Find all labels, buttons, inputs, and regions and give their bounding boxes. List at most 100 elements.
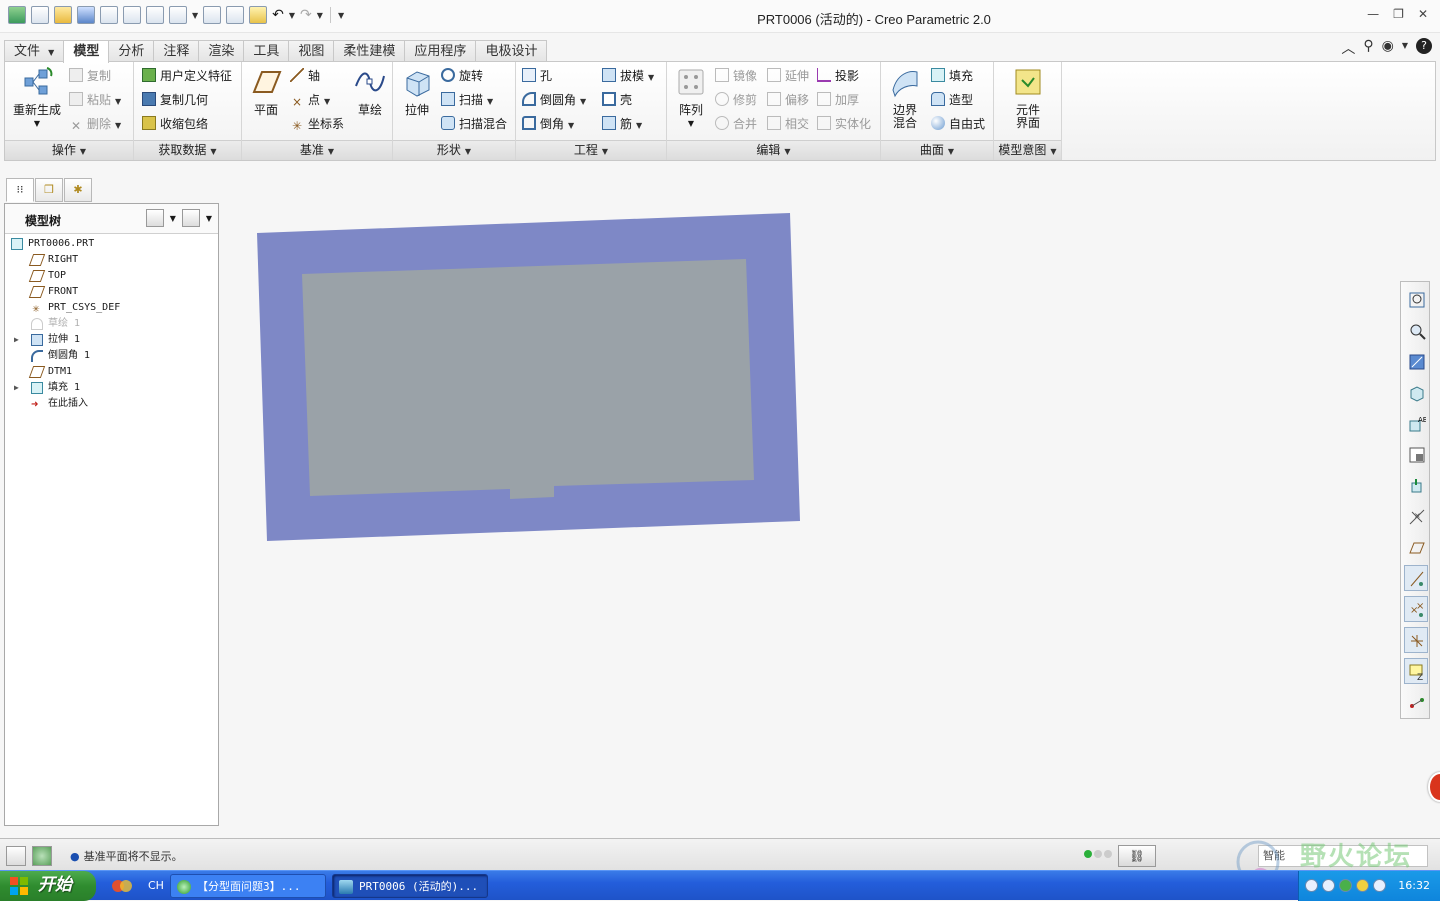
help-icon[interactable]: ? (1416, 38, 1432, 54)
tree-item[interactable]: RIGHT (5, 252, 218, 268)
round-button[interactable]: 倒圆角 ▼ (522, 90, 586, 110)
point-display-icon[interactable]: × × (1404, 596, 1428, 622)
tab-render[interactable]: 渲染 (198, 40, 245, 62)
restore-icon[interactable]: ❐ (1393, 7, 1404, 21)
expand-icon[interactable]: ▶ (14, 332, 19, 348)
csys-button[interactable]: ✳ 坐标系 (290, 114, 344, 134)
merge-button[interactable]: 合并 (715, 114, 757, 134)
tree-item[interactable]: ➜ 在此插入 (5, 396, 218, 412)
network-icon[interactable] (1322, 879, 1335, 892)
shrinkwrap-button[interactable]: 收缩包络 (142, 114, 208, 134)
extrude-button[interactable]: 拉伸 (397, 66, 437, 117)
hole-button[interactable]: 孔 (522, 66, 552, 86)
tree-item[interactable]: PRT0006.PRT (5, 236, 218, 252)
group-label-surfaces[interactable]: 曲面 ▼ (881, 140, 993, 160)
datum-display-filter-icon[interactable] (1404, 689, 1428, 715)
find-icon[interactable]: ⛓ (1118, 845, 1156, 867)
tree-item[interactable]: DTM1 (5, 364, 218, 380)
swept-blend-button[interactable]: 扫描混合 (441, 114, 507, 134)
point-button[interactable]: × 点 ▼ (290, 90, 330, 110)
tree-item[interactable]: 草绘 1 (5, 316, 218, 332)
axis-display-icon[interactable] (1404, 565, 1428, 591)
pattern-button[interactable]: 阵列 ▼ (671, 66, 711, 130)
model-tree-tab-icon[interactable]: ⁝⁝ (6, 178, 34, 202)
show-icon[interactable] (181, 209, 200, 227)
tree-item[interactable]: ✳ PRT_CSYS_DEF (5, 300, 218, 316)
annotation-display-icon[interactable]: × (1404, 503, 1428, 529)
thicken-button[interactable]: 加厚 (817, 90, 859, 110)
plane-button[interactable]: 平面 (246, 66, 286, 117)
notification-icon[interactable] (1428, 772, 1440, 802)
mirror-button[interactable]: 镜像 (715, 66, 757, 86)
community-icon[interactable]: ◉ (1382, 38, 1394, 58)
view-manager-icon[interactable] (1404, 441, 1428, 467)
favorites-tab-icon[interactable]: ✱ (64, 178, 92, 202)
sketch-button[interactable]: 草绘 (350, 66, 390, 117)
chevron-down-icon[interactable]: ▼ (206, 214, 212, 223)
settings-icon[interactable] (145, 209, 164, 227)
folder-browser-tab-icon[interactable]: ❒ (35, 178, 63, 202)
group-label-operations[interactable]: 操作 ▼ (5, 140, 133, 160)
navigator-toggle-icon[interactable] (6, 846, 26, 866)
csys-display-icon[interactable] (1404, 627, 1428, 653)
model-inner-surface[interactable] (302, 259, 754, 499)
tree-item[interactable]: FRONT (5, 284, 218, 300)
tray-app-icon[interactable] (1305, 879, 1318, 892)
plane-display-icon[interactable] (1404, 534, 1428, 560)
model-graphic[interactable] (222, 165, 1398, 833)
group-label-get-data[interactable]: 获取数据 ▼ (134, 140, 241, 160)
regenerate-button[interactable]: 重新生成 ▼ (9, 66, 65, 130)
spin-center-icon[interactable]: Z (1404, 658, 1428, 684)
start-button[interactable]: 开始 (0, 871, 96, 901)
tab-electrode-design[interactable]: 电极设计 (475, 40, 548, 62)
tray-app-icon[interactable] (1373, 879, 1386, 892)
shell-button[interactable]: 壳 (602, 90, 632, 110)
chevron-down-icon[interactable]: ▼ (1402, 38, 1408, 58)
offset-button[interactable]: 偏移 (767, 90, 809, 110)
tab-file[interactable]: 文件 ▼ (4, 40, 65, 62)
tree-item[interactable]: ▶ 填充 1 (5, 380, 218, 396)
component-interface-button[interactable]: 元件界面 (1000, 66, 1056, 130)
security-icon[interactable] (1339, 879, 1352, 892)
tab-applications[interactable]: 应用程序 (404, 40, 477, 62)
intersect-button[interactable]: 相交 (767, 114, 809, 134)
draft-button[interactable]: 拔模 ▼ (602, 66, 654, 86)
taskbar-item-creo[interactable]: PRT0006 (活动的)... (332, 874, 488, 898)
taskbar-item-browser[interactable]: 【分型面问题3】... (170, 874, 326, 898)
sweep-button[interactable]: 扫描 ▼ (441, 90, 493, 110)
tree-item[interactable]: TOP (5, 268, 218, 284)
tab-tools[interactable]: 工具 (243, 40, 290, 62)
graphics-viewport[interactable] (222, 165, 1398, 833)
tab-flexible-modeling[interactable]: 柔性建模 (333, 40, 406, 62)
minimize-icon[interactable]: — (1367, 7, 1379, 21)
boundary-blend-button[interactable]: 边界混合 (885, 66, 925, 130)
tab-annotate[interactable]: 注释 (153, 40, 200, 62)
tree-item[interactable]: 倒圆角 1 (5, 348, 218, 364)
style-button[interactable]: 造型 (931, 90, 973, 110)
extend-button[interactable]: 延伸 (767, 66, 809, 86)
display-style-icon[interactable] (1404, 379, 1428, 405)
language-indicator[interactable]: CH (148, 879, 164, 892)
perspective-icon[interactable] (1404, 472, 1428, 498)
tree-item[interactable]: ▶ 拉伸 1 (5, 332, 218, 348)
group-label-datum[interactable]: 基准 ▼ (242, 140, 392, 160)
trim-button[interactable]: 修剪 (715, 90, 757, 110)
paste-button[interactable]: 粘贴 ▼ (69, 90, 121, 110)
close-icon[interactable]: ✕ (1418, 7, 1428, 21)
group-label-model-intent[interactable]: 模型意图 ▼ (994, 140, 1061, 160)
project-button[interactable]: 投影 (817, 66, 859, 86)
chevron-down-icon[interactable]: ▼ (170, 214, 176, 223)
revolve-button[interactable]: 旋转 (441, 66, 483, 86)
search-icon[interactable]: ⚲ (1363, 38, 1373, 58)
tab-analysis[interactable]: 分析 (108, 40, 155, 62)
quick-launch-icon[interactable] (110, 877, 136, 895)
tab-model[interactable]: 模型 (63, 40, 110, 63)
chamfer-button[interactable]: 倒角 ▼ (522, 114, 574, 134)
freestyle-button[interactable]: 自由式 (931, 114, 985, 134)
delete-button[interactable]: ✕ 删除 ▼ (69, 114, 121, 134)
zoom-in-icon[interactable] (1404, 317, 1428, 343)
fill-button[interactable]: 填充 (931, 66, 973, 86)
refit-icon[interactable] (1404, 286, 1428, 312)
tab-view[interactable]: 视图 (288, 40, 335, 62)
copy-button[interactable]: 复制 (69, 66, 111, 86)
